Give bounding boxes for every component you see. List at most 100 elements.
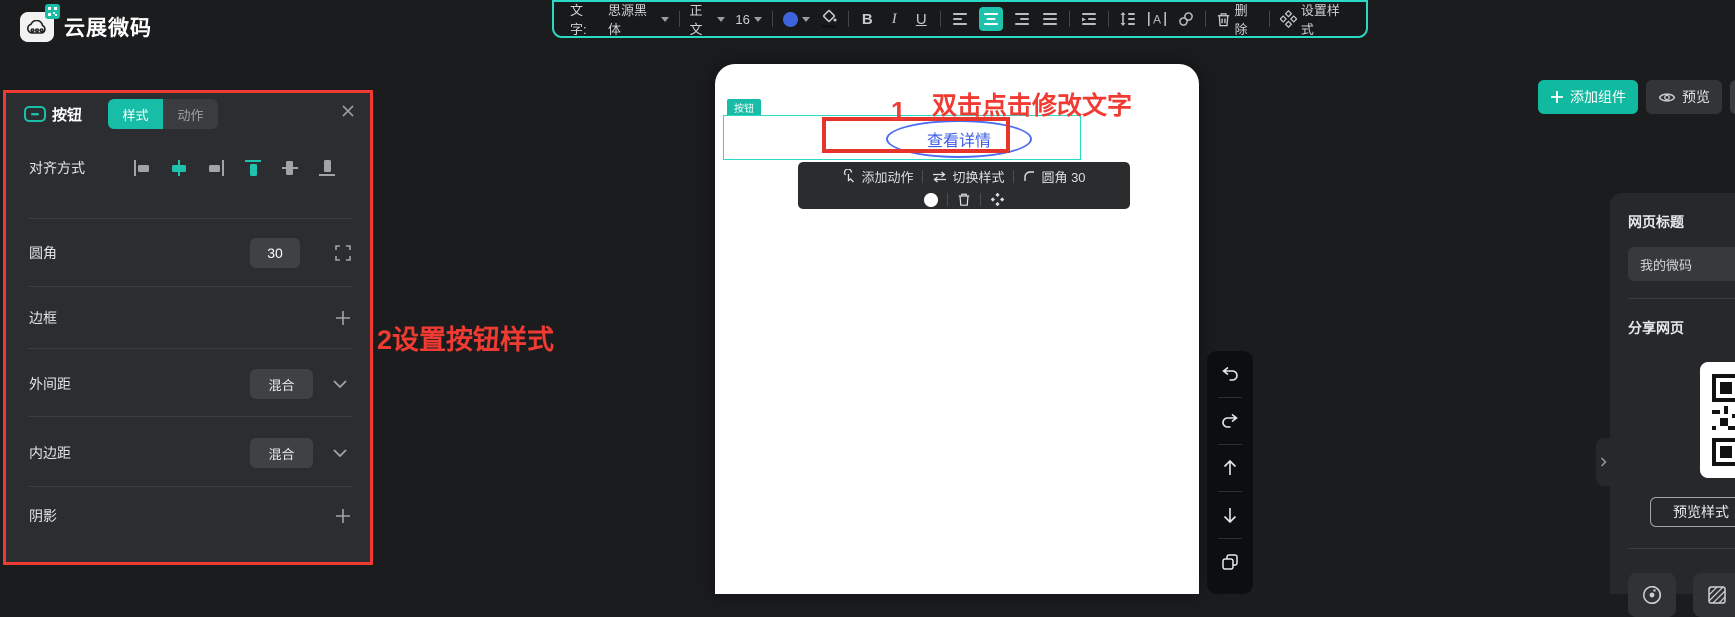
divider	[28, 348, 352, 349]
editor-root: 云展微码 文字: 思源黑体 正文 16 B I U	[0, 0, 1735, 594]
padding-row: 内边距 混合	[29, 438, 360, 468]
border-row: 边框	[29, 303, 360, 333]
divider	[28, 486, 352, 487]
add-action-button[interactable]: 添加动作	[842, 167, 913, 186]
background-color-button[interactable]	[820, 9, 838, 29]
collapse-panel-handle[interactable]	[1596, 438, 1610, 486]
align-right-icon	[1013, 10, 1031, 28]
align-left-button[interactable]	[951, 10, 969, 28]
radius-row: 圆角	[29, 238, 360, 268]
qr-badge-icon	[45, 4, 60, 19]
align-justify-button[interactable]	[1041, 10, 1059, 28]
duplicate-button[interactable]	[1207, 539, 1253, 585]
delete-button[interactable]: 删除	[1216, 0, 1260, 38]
element-style-button[interactable]	[990, 192, 1005, 207]
app-logo: 云展微码	[20, 12, 152, 42]
close-icon[interactable]	[340, 103, 356, 119]
delete-element-button[interactable]	[957, 192, 971, 207]
align-element-vcenter-button[interactable]	[279, 157, 301, 179]
add-border-icon[interactable]	[334, 309, 352, 327]
switch-style-button[interactable]: 切换样式	[932, 167, 1004, 186]
letter-spacing-icon: A	[1147, 10, 1167, 28]
trash-icon	[957, 192, 971, 207]
expand-corners-icon[interactable]	[334, 244, 352, 262]
redo-button[interactable]	[1207, 398, 1253, 444]
corner-radius-icon	[1023, 170, 1036, 183]
divider	[1013, 170, 1014, 183]
move-layer-up-button[interactable]	[1207, 445, 1253, 491]
divider	[1628, 548, 1735, 549]
add-shadow-icon[interactable]	[334, 507, 352, 525]
chevron-down-icon	[661, 17, 669, 22]
page-title-label: 网页标题	[1628, 212, 1684, 232]
set-style-button[interactable]: 设置样式	[1280, 0, 1350, 38]
cloud-logo-icon	[20, 12, 54, 42]
annotation-step2-text: 2设置按钮样式	[377, 318, 554, 357]
align-element-top-button[interactable]	[242, 157, 264, 179]
align-element-bottom-button[interactable]	[316, 157, 338, 179]
theme-color-tile[interactable]	[1628, 573, 1676, 617]
background-pattern-tile[interactable]	[1693, 573, 1735, 617]
style-diamonds-icon	[1280, 10, 1297, 28]
line-height-icon	[1119, 10, 1137, 28]
preview-style-button[interactable]: 预览样式	[1650, 497, 1735, 527]
page-canvas[interactable]: 按钮 查看详情 1 双击点击修改文字 添加动作 切换样式	[715, 64, 1199, 594]
text-format-toolbar: 文字: 思源黑体 正文 16 B I U	[552, 0, 1368, 38]
eye-icon	[1658, 91, 1676, 104]
italic-button[interactable]: I	[886, 11, 903, 28]
divider	[848, 11, 849, 27]
divider	[980, 193, 981, 206]
align-justify-icon	[1041, 10, 1059, 28]
align-right-button[interactable]	[1013, 10, 1031, 28]
margin-value-chip[interactable]: 混合	[250, 369, 313, 399]
radius-label: 圆角	[29, 243, 57, 263]
divider	[947, 193, 948, 206]
align-row: 对齐方式	[29, 153, 360, 183]
align-element-left-button[interactable]	[131, 157, 153, 179]
indent-button[interactable]	[1080, 10, 1098, 28]
color-swatch-white[interactable]	[924, 193, 938, 207]
publish-button-cutoff[interactable]	[1730, 80, 1735, 114]
align-element-hcenter-button[interactable]	[168, 157, 190, 179]
panel-title: 按钮	[52, 104, 82, 125]
divider	[1108, 11, 1109, 27]
hatched-square-icon	[1706, 584, 1728, 606]
divider	[28, 218, 352, 219]
preview-button[interactable]: 预览	[1646, 80, 1722, 114]
underline-button[interactable]: U	[913, 11, 930, 28]
chevron-down-icon[interactable]	[332, 448, 348, 458]
line-height-button[interactable]	[1119, 10, 1137, 28]
paragraph-style-dropdown[interactable]: 正文	[689, 0, 725, 38]
link-button[interactable]	[1177, 10, 1195, 28]
page-title-input[interactable]	[1628, 247, 1735, 281]
align-center-icon	[982, 10, 1000, 28]
chevron-down-icon[interactable]	[332, 379, 348, 389]
tab-action[interactable]: 动作	[163, 99, 218, 129]
padding-value-chip[interactable]: 混合	[250, 438, 313, 468]
bold-button[interactable]: B	[859, 11, 876, 28]
link-icon	[1177, 10, 1195, 28]
font-size-dropdown[interactable]: 16	[735, 12, 761, 27]
divider	[940, 11, 941, 27]
panel-header: 按钮 样式 动作	[6, 99, 370, 129]
add-component-button[interactable]: 添加组件	[1538, 80, 1638, 114]
radius-quick-button[interactable]: 圆角 30	[1023, 167, 1085, 186]
move-layer-down-button[interactable]	[1207, 492, 1253, 538]
margin-row: 外间距 混合	[29, 369, 360, 399]
text-color-picker[interactable]	[783, 12, 810, 27]
font-family-dropdown[interactable]: 思源黑体	[608, 0, 669, 38]
chevron-down-icon	[754, 17, 762, 22]
border-label: 边框	[29, 308, 57, 328]
align-element-right-button[interactable]	[205, 157, 227, 179]
divider	[922, 170, 923, 183]
chevron-down-icon	[802, 17, 810, 22]
annotation-red-box	[822, 117, 1010, 153]
letter-spacing-button[interactable]: A	[1147, 10, 1167, 28]
annotation-step1-text: 双击点击修改文字	[932, 86, 1132, 122]
margin-label: 外间距	[29, 374, 71, 394]
tab-style[interactable]: 样式	[108, 99, 163, 129]
element-tag: 按钮	[727, 99, 761, 115]
align-center-button[interactable]	[979, 7, 1003, 31]
radius-input[interactable]	[250, 238, 300, 268]
undo-button[interactable]	[1207, 351, 1253, 397]
